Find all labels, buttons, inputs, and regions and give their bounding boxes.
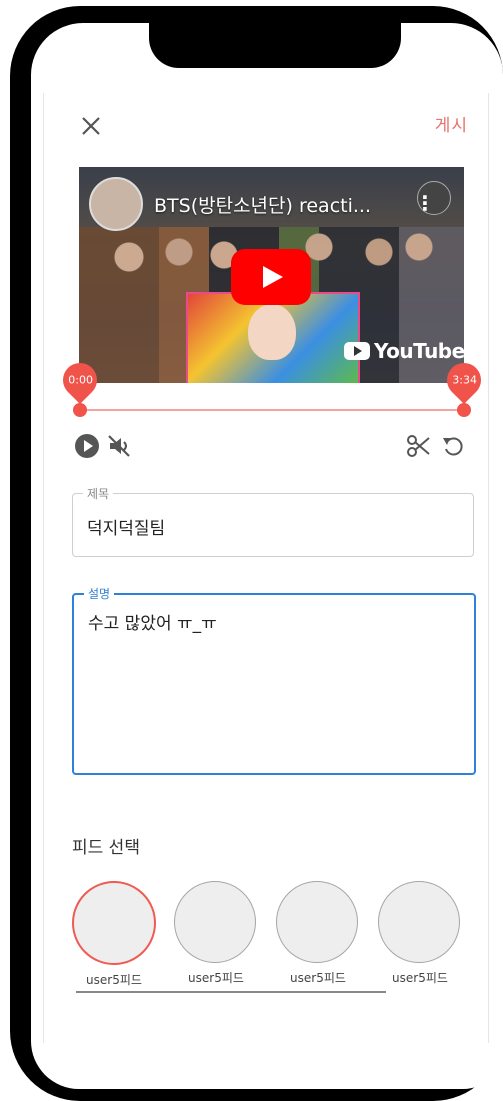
feed-avatar	[72, 881, 156, 965]
play-button[interactable]	[74, 433, 100, 459]
feed-item[interactable]: user5피드	[72, 881, 156, 988]
feed-name: user5피드	[290, 971, 346, 985]
video-title: BTS(방탄소년단) reacti...	[154, 195, 371, 217]
phone-notch	[149, 23, 401, 68]
feed-item[interactable]: user5피드	[276, 881, 360, 986]
close-button[interactable]	[78, 113, 104, 139]
description-input[interactable]: 수고 많았어 ㅠ_ㅠ	[88, 609, 217, 634]
feed-item[interactable]: user5피드	[378, 881, 462, 986]
feed-name: user5피드	[392, 971, 448, 985]
description-field[interactable]: 설명 수고 많았어 ㅠ_ㅠ	[72, 585, 476, 775]
phone-screen: 게시 BTS(방탄소년단) reacti... ⋮ YouTube 0:00 3…	[31, 23, 503, 1089]
phone-frame: 게시 BTS(방탄소년단) reacti... ⋮ YouTube 0:00 3…	[10, 6, 503, 1101]
muted-speaker-icon	[108, 435, 130, 457]
undo-icon	[443, 437, 463, 456]
reaction-inset-image	[186, 292, 360, 383]
title-input[interactable]: 덕지덕질팀	[87, 514, 165, 539]
video-preview[interactable]: BTS(방탄소년단) reacti... ⋮ YouTube	[79, 167, 464, 383]
video-channel-avatar	[89, 177, 143, 231]
reset-button[interactable]	[440, 433, 466, 459]
description-field-label: 설명	[84, 585, 115, 602]
feed-item[interactable]: user5피드	[174, 881, 258, 986]
close-icon	[82, 117, 100, 135]
youtube-logo: YouTube	[344, 339, 464, 363]
cut-button[interactable]	[406, 433, 432, 459]
feed-avatar	[378, 881, 460, 963]
mute-button[interactable]	[106, 433, 132, 459]
feed-avatar	[174, 881, 256, 963]
title-field-label: 제목	[83, 485, 114, 502]
play-circle-icon	[75, 434, 99, 458]
post-button[interactable]: 게시	[435, 111, 468, 136]
youtube-logo-icon	[344, 342, 370, 360]
youtube-logo-text: YouTube	[374, 339, 464, 363]
title-field[interactable]: 제목 덕지덕질팀	[72, 485, 474, 557]
feed-name: user5피드	[188, 971, 244, 985]
trim-track[interactable]	[80, 409, 464, 411]
trim-end-handle[interactable]	[457, 403, 471, 417]
youtube-play-button[interactable]	[231, 249, 311, 305]
trim-start-handle[interactable]	[73, 403, 87, 417]
inset-face	[248, 304, 296, 360]
feed-section-title: 피드 선택	[72, 838, 140, 858]
feed-name: user5피드	[86, 973, 142, 987]
feed-avatar	[276, 881, 358, 963]
scissors-icon	[407, 435, 430, 457]
feed-scrollbar[interactable]	[76, 991, 386, 993]
post-editor: 게시 BTS(방탄소년단) reacti... ⋮ YouTube 0:00 3…	[43, 93, 489, 1043]
more-options-icon[interactable]: ⋮	[415, 191, 435, 215]
trim-end-label: 3:34	[451, 373, 477, 387]
trim-start-label: 0:00	[67, 373, 93, 387]
